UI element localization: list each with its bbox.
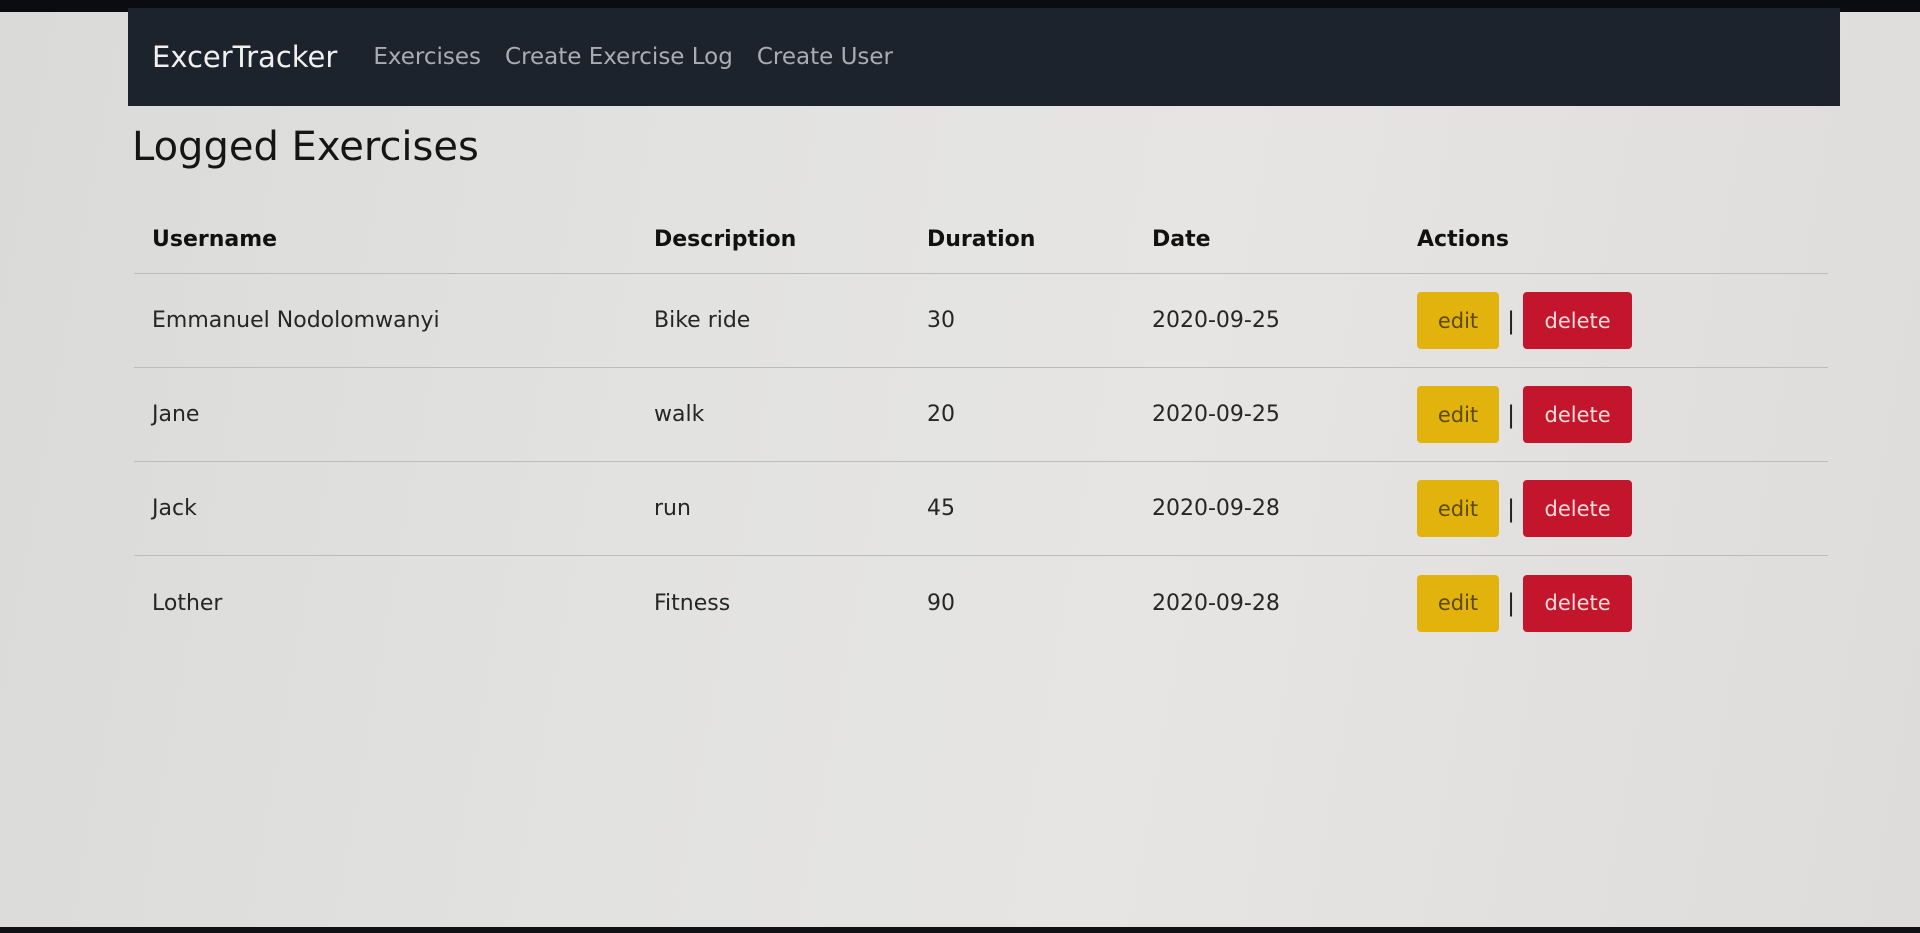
cell-actions: edit | delete (1417, 574, 1828, 632)
cell-description: walk (654, 402, 705, 427)
delete-button[interactable]: delete (1523, 292, 1633, 349)
cell-description: Fitness (654, 590, 731, 616)
delete-button[interactable]: delete (1523, 574, 1633, 632)
cell-duration: 45 (927, 496, 955, 521)
nav-link-create-user[interactable]: Create User (757, 44, 893, 70)
screen-bottom-bezel (0, 927, 1920, 933)
table-header-row: Username Description Duration Date Actio… (134, 206, 1828, 274)
cell-username: Jane (152, 402, 200, 427)
nav-link-create-exercise-log[interactable]: Create Exercise Log (505, 44, 733, 70)
cell-username: Lother (152, 590, 223, 616)
action-separator: | (1507, 494, 1516, 523)
edit-button[interactable]: edit (1417, 574, 1499, 632)
cell-date: 2020-09-28 (1152, 590, 1280, 616)
brand-link[interactable]: ExcerTracker (152, 40, 337, 74)
cell-date: 2020-09-25 (1152, 402, 1280, 427)
nav-link-exercises[interactable]: Exercises (373, 44, 481, 70)
exercises-table: Username Description Duration Date Actio… (134, 206, 1828, 650)
cell-description: Bike ride (654, 308, 751, 333)
cell-date: 2020-09-25 (1152, 308, 1280, 333)
delete-button[interactable]: delete (1523, 386, 1633, 443)
header-date: Date (1152, 227, 1211, 252)
edit-button[interactable]: edit (1417, 292, 1499, 349)
cell-description: run (654, 496, 691, 521)
header-description: Description (654, 227, 797, 252)
cell-duration: 90 (927, 590, 955, 616)
table-row: Jack run 45 2020-09-28 edit | delete (134, 462, 1828, 556)
header-duration: Duration (927, 227, 1036, 252)
edit-button[interactable]: edit (1417, 386, 1499, 443)
cell-duration: 20 (927, 402, 955, 427)
edit-button[interactable]: edit (1417, 480, 1499, 537)
page-title: Logged Exercises (132, 124, 479, 170)
action-separator: | (1507, 589, 1516, 617)
table-row: Lother Fitness 90 2020-09-28 edit | dele… (134, 556, 1828, 650)
delete-button[interactable]: delete (1523, 480, 1633, 537)
header-actions: Actions (1417, 227, 1509, 252)
cell-username: Jack (152, 496, 197, 521)
top-navbar: ExcerTracker Exercises Create Exercise L… (128, 8, 1840, 106)
cell-username: Emmanuel Nodolomwanyi (152, 308, 440, 333)
cell-date: 2020-09-28 (1152, 496, 1280, 521)
action-separator: | (1507, 400, 1516, 429)
table-row: Emmanuel Nodolomwanyi Bike ride 30 2020-… (134, 274, 1828, 368)
action-separator: | (1507, 306, 1516, 335)
cell-duration: 30 (927, 308, 955, 333)
cell-actions: edit | delete (1417, 292, 1828, 349)
cell-actions: edit | delete (1417, 386, 1828, 443)
header-username: Username (152, 227, 278, 252)
cell-actions: edit | delete (1417, 480, 1828, 537)
table-row: Jane walk 20 2020-09-25 edit | delete (134, 368, 1828, 462)
